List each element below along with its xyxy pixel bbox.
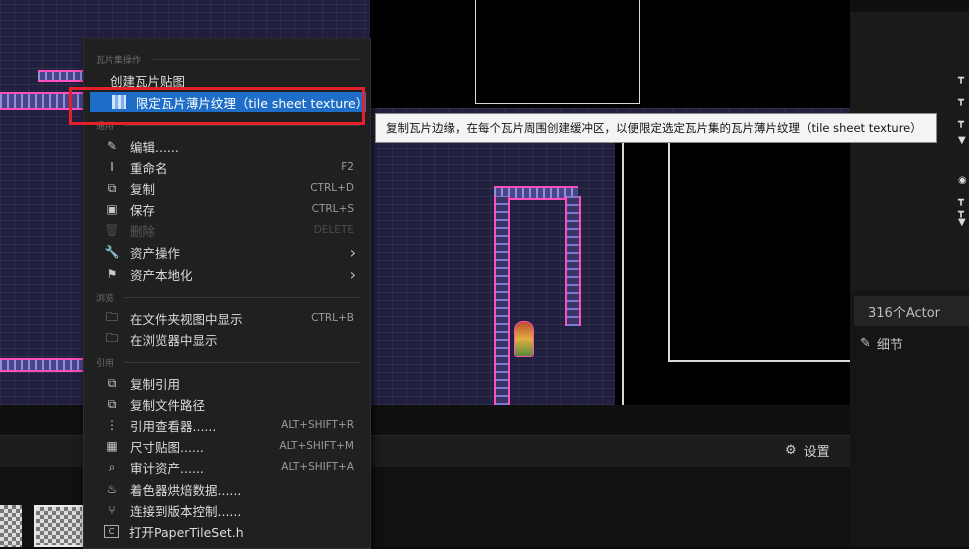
menu-item-asset-localization[interactable]: ⚑ 资产本地化 › (104, 264, 362, 284)
section-header: 瓦片集操作 (96, 53, 360, 66)
save-icon: ▣ (106, 202, 118, 216)
viewport-void-right (615, 140, 850, 405)
menu-item-label: 资产本地化 (130, 267, 193, 283)
size-map-icon: ▦ (106, 439, 118, 453)
tab-details[interactable]: ✎ 细节 (854, 332, 969, 354)
menu-item-save[interactable]: ▣ 保存 CTRL+S (104, 199, 362, 219)
menu-shortcut: CTRL+S (311, 203, 354, 215)
connector-icon[interactable]: ┳ (958, 74, 969, 84)
trash-icon: 🗑 (104, 223, 120, 237)
chevron-right-icon: › (349, 264, 356, 284)
menu-shortcut: CTRL+B (311, 312, 354, 324)
menu-item-copy-file-path[interactable]: ⧉ 复制文件路径 (104, 394, 362, 414)
menu-item-label: 在浏览器中显示 (130, 332, 218, 348)
gear-icon: ⚙ (785, 443, 797, 458)
audit-icon: ⌕ (108, 459, 116, 474)
connector-icon[interactable]: ┳ (958, 196, 969, 206)
menu-item-label: 审计资产...... (130, 460, 204, 476)
menu-item-label: 保存 (130, 202, 156, 218)
level-pillar (565, 196, 581, 326)
menu-item-label: 引用查看器...... (130, 418, 217, 434)
menu-item-label: 着色器烘焙数据...... (130, 482, 242, 498)
menu-tooltip: 复制瓦片边缘，在每个瓦片周围创建缓冲区，以便限定选定瓦片集的瓦片薄片纹理（til… (375, 113, 937, 143)
menu-item-copy-reference[interactable]: ⧉ 复制引用 (104, 373, 362, 393)
menu-shortcut: CTRL+D (310, 182, 354, 194)
wrench-icon: 🔧 (104, 245, 120, 259)
annotation-highlight-box (69, 87, 365, 125)
menu-item-rename[interactable]: Ⅰ 重命名 F2 (104, 157, 362, 177)
menu-shortcut: ALT+SHIFT+M (279, 440, 354, 452)
wireframe-line (668, 360, 850, 362)
menu-shortcut: F2 (341, 161, 354, 173)
pencil-icon: ✎ (106, 139, 118, 153)
menu-item-audit-assets[interactable]: ⌕ 审计资产...... ALT+SHIFT+A (104, 457, 362, 477)
menu-shortcut: ALT+SHIFT+A (281, 461, 354, 473)
menu-item-label: 重命名 (130, 160, 168, 176)
chevron-down-icon[interactable]: ▼ (958, 218, 969, 228)
menu-item-size-map[interactable]: ▦ 尺寸贴图...... ALT+SHIFT+M (104, 436, 362, 456)
menu-shortcut: ALT+SHIFT+R (281, 419, 354, 431)
outliner-panel (850, 0, 969, 290)
folder-search-icon: 🗀 (105, 330, 118, 345)
wireframe-box (475, 0, 640, 104)
duplicate-icon: ⧉ (107, 180, 117, 195)
gamepad-icon[interactable]: ◉ (958, 176, 969, 186)
menu-item-label: 复制 (130, 181, 156, 197)
settings-label: 设置 (803, 445, 830, 460)
wireframe-line (622, 140, 624, 405)
wireframe-line (668, 140, 670, 362)
copy-icon: ⧉ (107, 396, 117, 411)
copy-icon: ⧉ (107, 375, 117, 390)
menu-item-edit[interactable]: ✎ 编辑...... (104, 136, 362, 156)
menu-item-duplicate[interactable]: ⧉ 复制 CTRL+D (104, 178, 362, 198)
connector-icon[interactable]: ┳ (958, 96, 969, 106)
code-file-icon: C (104, 524, 119, 538)
menu-item-open-header[interactable]: C 打开PaperTileSet.h (104, 521, 362, 541)
menu-item-reference-viewer[interactable]: ⋮ 引用查看器...... ALT+SHIFT+R (104, 415, 362, 435)
asset-thumbnail[interactable] (0, 505, 22, 547)
menu-item-label: 编辑...... (130, 139, 179, 155)
menu-item-label: 复制文件路径 (130, 397, 206, 413)
menu-item-shader-cook-data[interactable]: ♨ 着色器烘焙数据...... (104, 479, 362, 499)
level-pillar (494, 196, 510, 405)
chevron-down-icon[interactable]: ▼ (958, 136, 969, 146)
menu-shortcut: DELETE (313, 224, 354, 236)
flag-icon: ⚑ (106, 267, 118, 281)
folder-search-icon: 🗀 (105, 309, 118, 324)
cooking-pot-icon: ♨ (106, 482, 118, 496)
asset-thumbnail[interactable] (34, 505, 84, 547)
menu-item-label: 删除 (130, 223, 156, 239)
actor-count: 316个Actor (854, 296, 969, 326)
menu-item-delete[interactable]: 🗑 删除 DELETE (104, 220, 362, 240)
menu-item-source-control[interactable]: ⑂ 连接到版本控制...... (104, 500, 362, 520)
level-platform (38, 70, 88, 82)
menu-item-show-in-folder[interactable]: 🗀 在文件夹视图中显示 CTRL+B (104, 308, 362, 328)
menu-item-label: 在文件夹视图中显示 (130, 311, 243, 327)
menu-item-label: 尺寸贴图...... (130, 439, 204, 455)
menu-item-show-in-browser[interactable]: 🗀 在浏览器中显示 (104, 329, 362, 349)
chevron-right-icon: › (349, 242, 356, 262)
menu-item-label: 资产操作 (130, 245, 181, 261)
rename-icon: Ⅰ (110, 160, 114, 174)
pencil-icon: ✎ (860, 335, 871, 351)
level-platform (0, 358, 90, 372)
settings-button[interactable]: ⚙ 设置 (785, 441, 830, 460)
menu-item-asset-actions[interactable]: 🔧 资产操作 › (104, 242, 362, 262)
details-tab-label: 细节 (876, 337, 903, 353)
section-header: 引用 (96, 356, 360, 369)
menu-item-label: 连接到版本控制...... (130, 503, 242, 519)
branch-icon: ⑂ (108, 503, 116, 517)
connector-icon[interactable]: ┳ (958, 118, 969, 128)
menu-item-label: 复制引用 (130, 376, 181, 392)
stained-glass-sprite (514, 321, 534, 357)
menu-item-label: 打开PaperTileSet.h (129, 524, 244, 540)
reference-viewer-icon: ⋮ (106, 418, 118, 432)
section-header: 浏览 (96, 291, 360, 304)
